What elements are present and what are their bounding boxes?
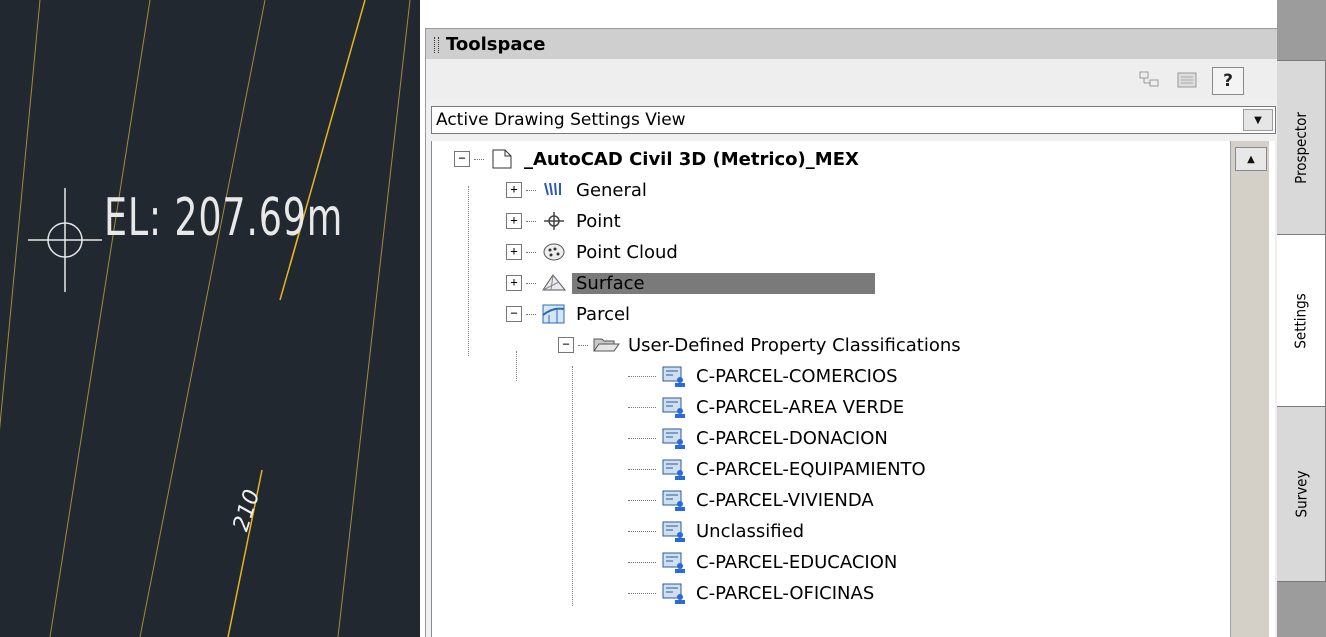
drawing-icon: [488, 147, 516, 171]
tree-root-label: _AutoCAD Civil 3D (Metrico)_MEX: [524, 148, 859, 170]
classification-item[interactable]: C-PARCEL-EQUIPAMIENTO: [628, 454, 926, 484]
tree-item-user-defined-classifications[interactable]: − User-Defined Property Classifications: [558, 330, 961, 360]
tree-root[interactable]: − _AutoCAD Civil 3D (Metrico)_MEX: [454, 144, 859, 174]
classification-label: C-PARCEL-OFICINAS: [696, 582, 875, 604]
contour-line-minor: [337, 0, 411, 637]
point-cloud-icon: [540, 240, 568, 264]
tree-item-point[interactable]: + Point: [506, 206, 621, 236]
tree-scrollbar[interactable]: ▲: [1230, 141, 1269, 637]
chevron-down-icon[interactable]: ▼: [1243, 109, 1273, 131]
property-classification-icon: [660, 364, 688, 388]
tree-connector: [516, 351, 517, 381]
property-classification-icon: [660, 581, 688, 605]
help-button[interactable]: ?: [1212, 67, 1244, 95]
expand-icon[interactable]: +: [506, 213, 522, 229]
tree-view-icon[interactable]: [1134, 67, 1164, 93]
tree-connector: [468, 186, 469, 356]
tree-item-parcel[interactable]: − Parcel: [506, 299, 630, 329]
classification-item[interactable]: C-PARCEL-EDUCACION: [628, 547, 897, 577]
classification-label: Unclassified: [696, 520, 805, 542]
expand-icon[interactable]: +: [506, 275, 522, 291]
classification-label: C-PARCEL-EQUIPAMIENTO: [696, 458, 926, 480]
item-view-icon[interactable]: [1172, 67, 1202, 93]
tab-label: Survey: [1291, 470, 1310, 518]
classification-label: C-PARCEL-AREA VERDE: [696, 396, 905, 418]
scroll-up-icon[interactable]: ▲: [1235, 147, 1267, 171]
collapse-icon[interactable]: −: [506, 306, 522, 322]
tree-item-label: Surface: [572, 272, 875, 294]
toolspace-titlebar[interactable]: Toolspace: [426, 29, 1278, 60]
drawing-canvas[interactable]: EL: 207.69m 210: [0, 0, 420, 637]
toolspace-panel: Toolspace ? Active Drawing Settings View…: [425, 28, 1279, 637]
panel-edge: [1277, 0, 1326, 60]
classification-label: C-PARCEL-DONACION: [696, 427, 888, 449]
tree-item-point-cloud[interactable]: + Point Cloud: [506, 237, 678, 267]
point-icon: [540, 209, 568, 233]
collapse-icon[interactable]: −: [558, 337, 574, 353]
property-classification-icon: [660, 426, 688, 450]
tab-survey[interactable]: Survey: [1277, 406, 1326, 582]
tree-connector: [572, 366, 573, 606]
tree-item-surface[interactable]: + Surface: [506, 268, 875, 298]
toolspace-title: Toolspace: [446, 34, 546, 55]
contour-lines: [0, 0, 411, 637]
property-classification-icon: [660, 395, 688, 419]
classification-label: C-PARCEL-EDUCACION: [696, 551, 898, 573]
classification-item[interactable]: C-PARCEL-OFICINAS: [628, 578, 874, 608]
tab-label: Settings: [1292, 293, 1311, 349]
property-classification-icon: [660, 457, 688, 481]
classification-item[interactable]: C-PARCEL-COMERCIOS: [628, 361, 898, 391]
general-settings-icon: [540, 178, 568, 202]
tab-label: Prospector: [1292, 112, 1311, 184]
classification-item[interactable]: C-PARCEL-AREA VERDE: [628, 392, 904, 422]
contour-line-minor: [0, 0, 41, 430]
classification-item[interactable]: Unclassified: [628, 516, 804, 546]
elevation-label: EL: 207.69m: [104, 188, 344, 248]
elevation-marker-icon: [28, 188, 102, 292]
toolspace-toolbar: [426, 59, 1278, 99]
tree-item-general[interactable]: + General: [506, 175, 647, 205]
toolspace-tabs: Prospector Settings Survey: [1277, 60, 1326, 637]
classification-label: C-PARCEL-COMERCIOS: [696, 365, 898, 387]
property-classification-icon: [660, 488, 688, 512]
tab-settings[interactable]: Settings: [1277, 234, 1326, 408]
drag-grip-icon[interactable]: [434, 37, 439, 53]
tree-item-label: Point Cloud: [576, 241, 678, 263]
contour-line-minor: [49, 0, 151, 637]
tab-prospector[interactable]: Prospector: [1277, 60, 1326, 236]
tree-item-label: Point: [576, 210, 621, 232]
folder-open-icon: [592, 333, 620, 357]
property-classification-icon: [660, 550, 688, 574]
property-classification-icon: [660, 519, 688, 543]
view-selector-dropdown[interactable]: Active Drawing Settings View ▼: [431, 106, 1276, 134]
expand-icon[interactable]: +: [506, 244, 522, 260]
classification-item[interactable]: C-PARCEL-VIVIENDA: [628, 485, 874, 515]
collapse-icon[interactable]: −: [454, 151, 470, 167]
settings-tree: − _AutoCAD Civil 3D (Metrico)_MEX + Gene…: [431, 141, 1275, 637]
view-selector-value: Active Drawing Settings View: [436, 110, 686, 130]
tree-item-label: General: [576, 179, 647, 201]
tree-item-label: User-Defined Property Classifications: [628, 334, 961, 356]
classification-label: C-PARCEL-VIVIENDA: [696, 489, 874, 511]
tree-item-label: Parcel: [576, 303, 631, 325]
expand-icon[interactable]: +: [506, 182, 522, 198]
surface-icon: [540, 271, 568, 295]
classification-item[interactable]: C-PARCEL-DONACION: [628, 423, 888, 453]
contour-line-minor: [139, 0, 266, 637]
parcel-icon: [540, 302, 568, 326]
